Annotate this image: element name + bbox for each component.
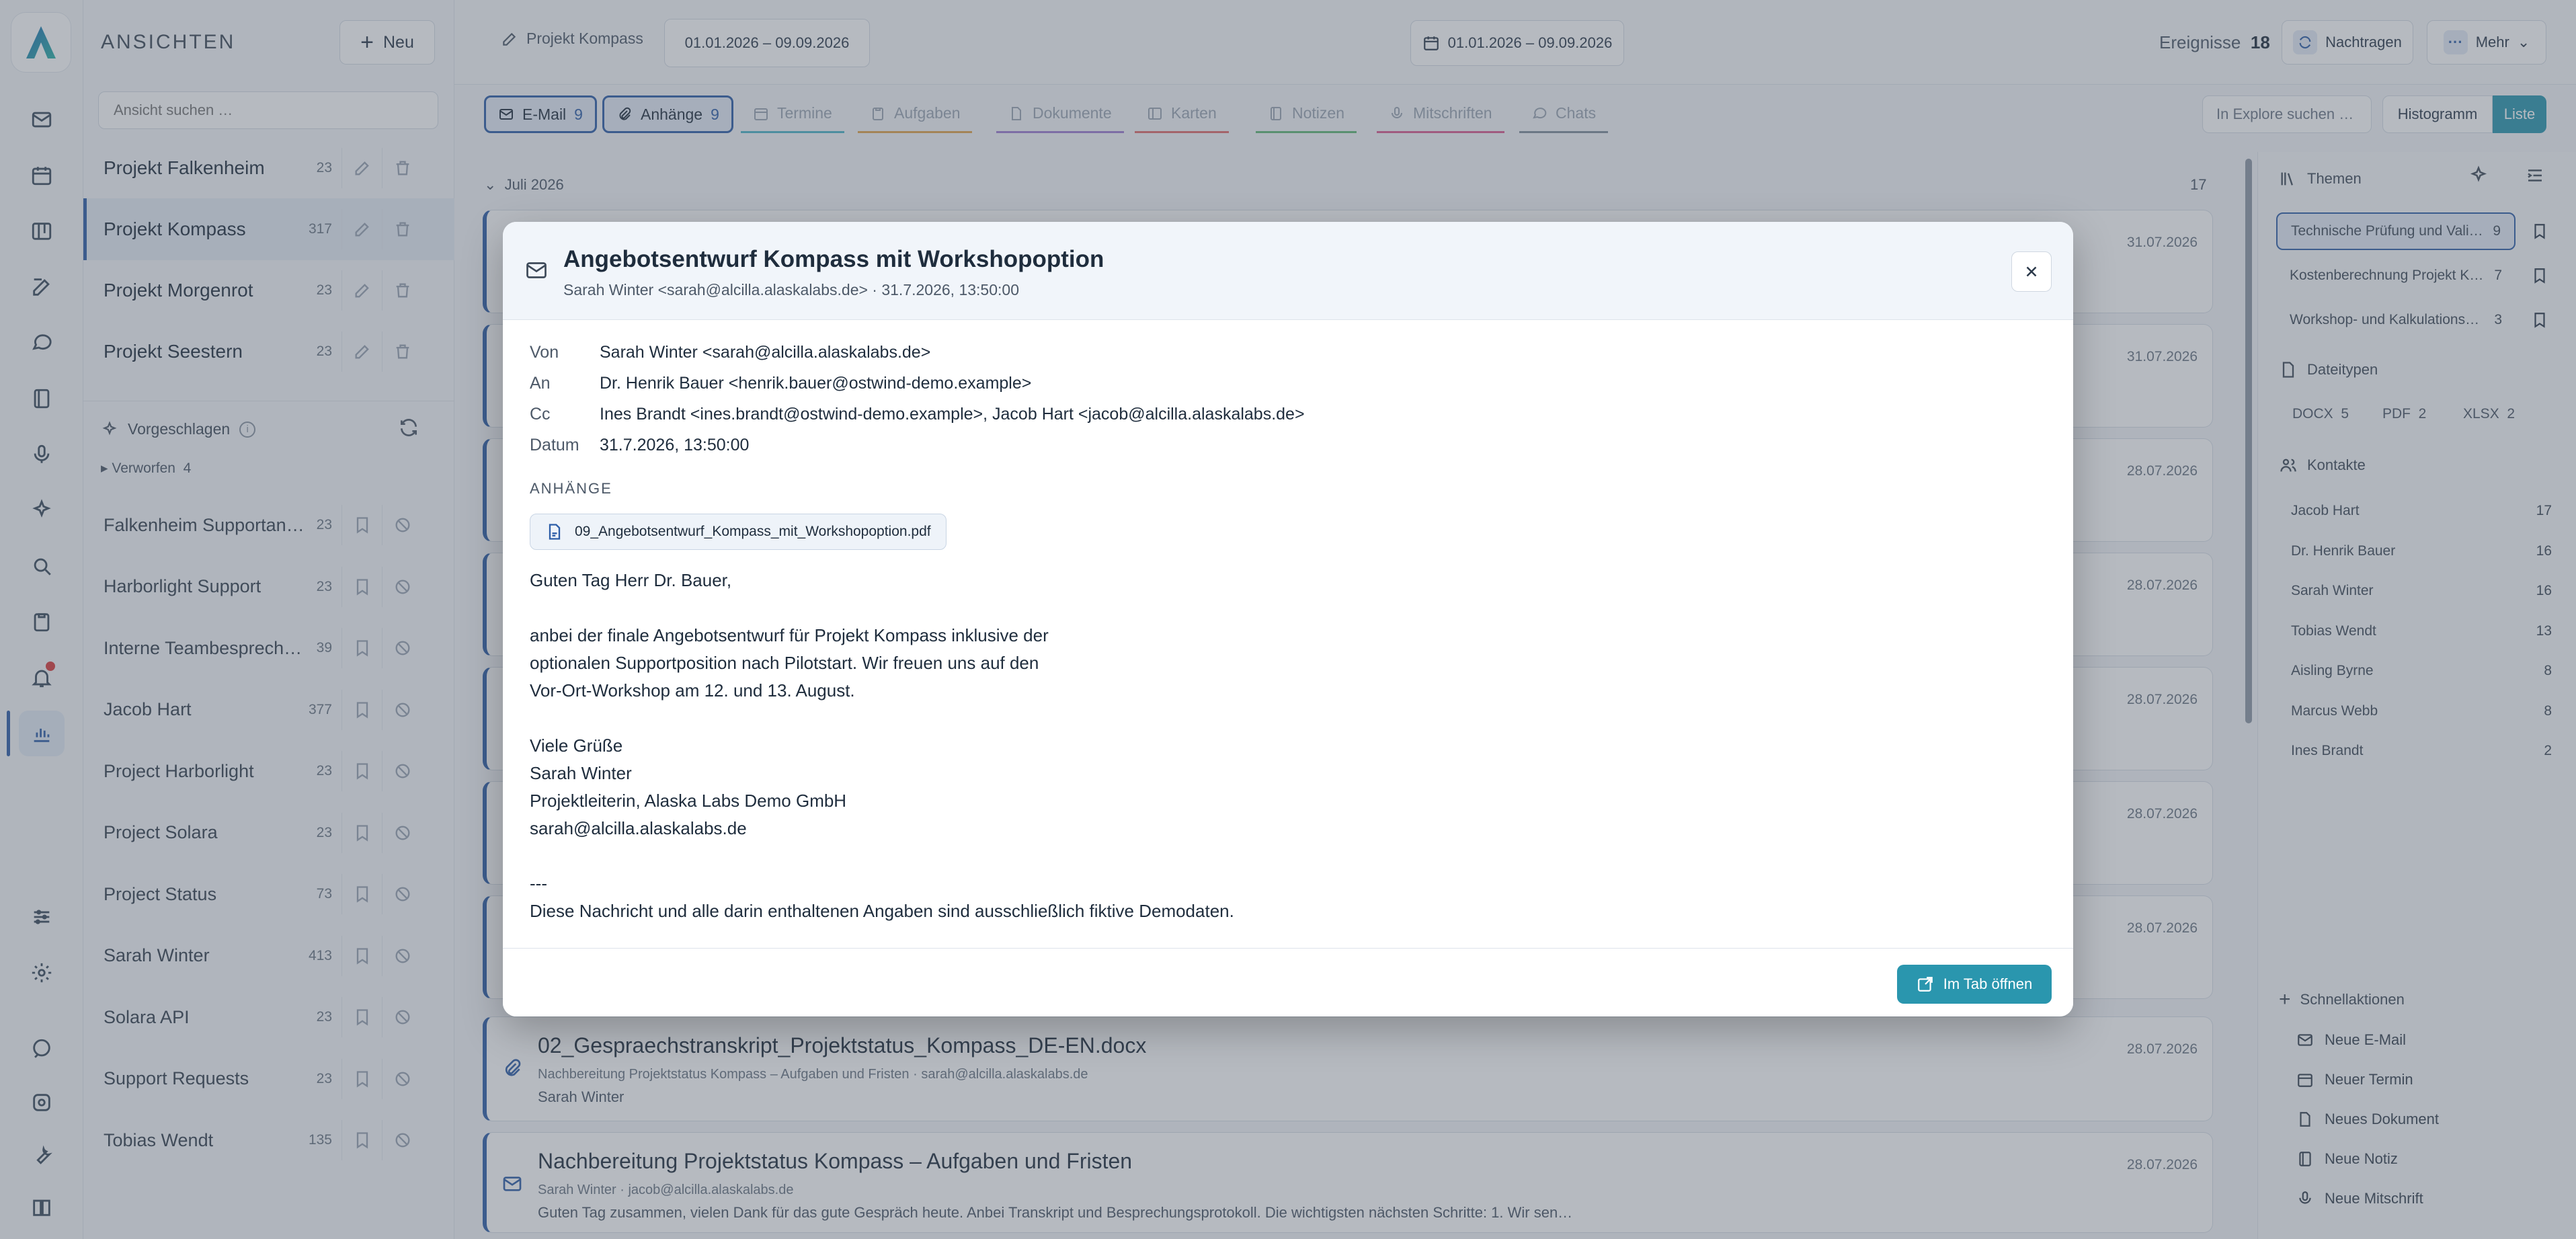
email-body-line: Sarah Winter bbox=[530, 763, 632, 783]
attachment-chip[interactable]: 09_Angebotsentwurf_Kompass_mit_Workshopo… bbox=[530, 514, 947, 550]
modal-footer: Im Tab öffnen bbox=[503, 948, 2073, 1016]
modal-subtitle: Sarah Winter <sarah@alcilla.alaskalabs.d… bbox=[563, 281, 1019, 298]
open-in-tab-button[interactable]: Im Tab öffnen bbox=[1897, 965, 2052, 1004]
email-body-line: --- bbox=[530, 873, 547, 893]
email-header-row: An Dr. Henrik Bauer <henrik.bauer@ostwind… bbox=[530, 374, 1032, 393]
pdf-file-icon bbox=[549, 524, 561, 540]
email-body-line: anbei der finale Angebotsentwurf für Pro… bbox=[530, 625, 1049, 645]
email-body-line: Projektleiterin, Alaska Labs Demo GmbH bbox=[530, 791, 847, 811]
external-link-icon bbox=[1917, 977, 1933, 992]
attachments-label: ANHÄNGE bbox=[530, 480, 612, 497]
modal-title: Angebotsentwurf Kompass mit Workshopopti… bbox=[563, 246, 1104, 272]
mail-icon bbox=[524, 258, 549, 287]
close-button[interactable] bbox=[2011, 251, 2052, 292]
email-body-line: Guten Tag Herr Dr. Bauer, bbox=[530, 570, 732, 590]
email-header-row: Von Sarah Winter <sarah@alcilla.alaskalab… bbox=[530, 343, 931, 362]
email-preview-modal: Angebotsentwurf Kompass mit Workshopopti… bbox=[503, 222, 2073, 1016]
email-body-line: optionalen Supportposition nach Pilotsta… bbox=[530, 653, 1039, 673]
email-body-line: Diese Nachricht und alle darin enthalten… bbox=[530, 901, 1234, 921]
email-body-line: Vor-Ort-Workshop am 12. und 13. August. bbox=[530, 680, 855, 701]
email-body-line: Viele Grüße bbox=[530, 735, 623, 756]
email-header-row: Cc Ines Brandt <ines.brandt@ostwind-demo.… bbox=[530, 405, 1305, 424]
email-header-row: Datum 31.7.2026, 13:50:00 bbox=[530, 436, 750, 454]
modal-header: Angebotsentwurf Kompass mit Workshopopti… bbox=[503, 222, 2073, 320]
close-icon bbox=[2026, 266, 2037, 277]
email-body-line: sarah@alcilla.alaskalabs.de bbox=[530, 818, 747, 838]
